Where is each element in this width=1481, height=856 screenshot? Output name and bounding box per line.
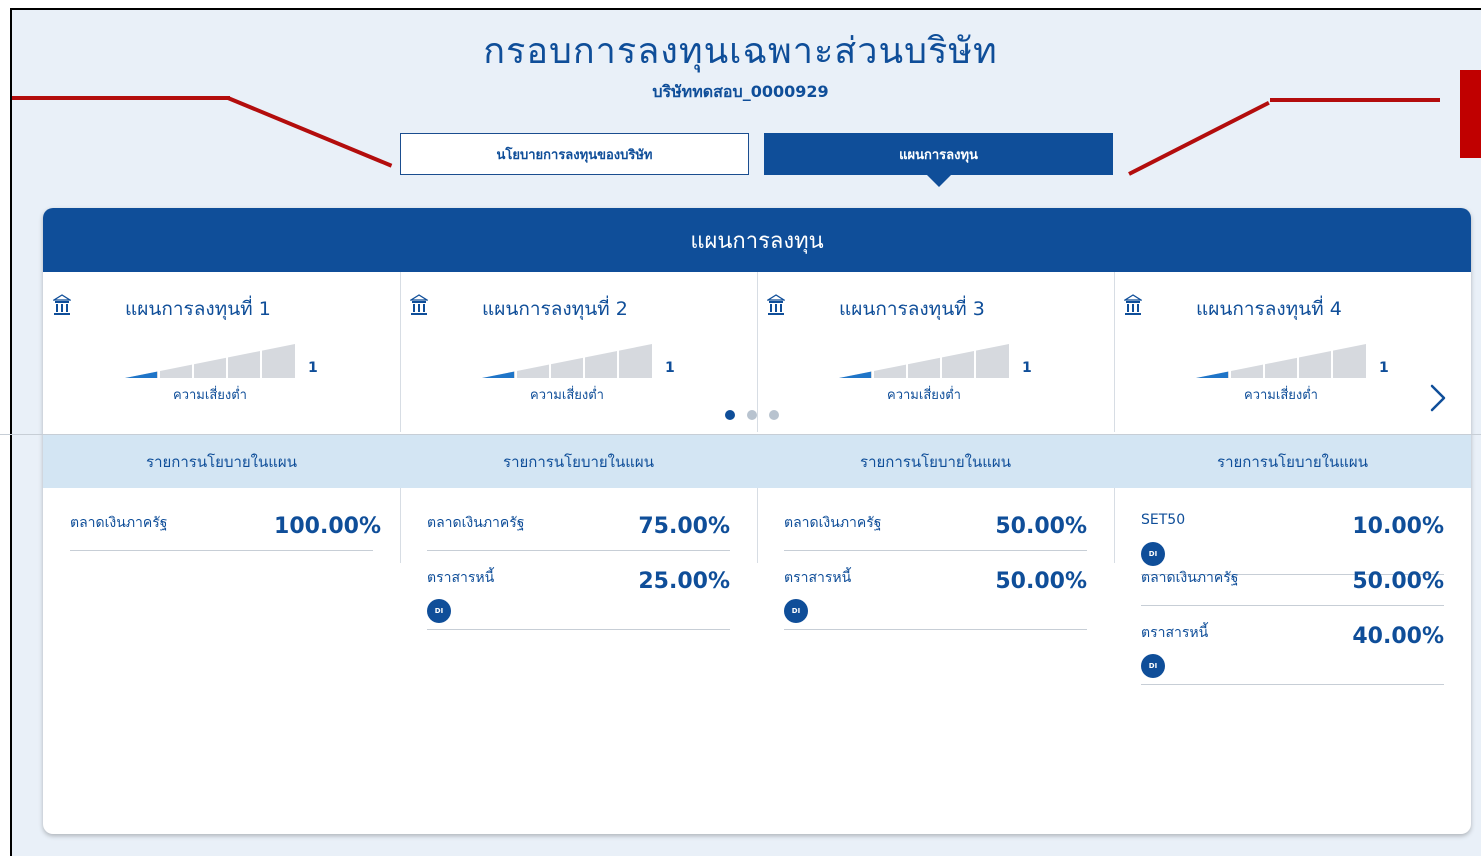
plan-card[interactable]: แผนการลงทุนที่ 4 1 ความเสี่ยงต่ำ [1114, 272, 1471, 432]
policy-divider [784, 550, 1087, 551]
policy-name: ตราสารหนี้ [1141, 625, 1209, 641]
bank-icon [767, 294, 785, 315]
policy-column-header: รายการนโยบายในแผน [43, 435, 400, 488]
tab-investment-plan[interactable]: แผนการลงทุน [764, 133, 1113, 175]
policy-name: ตลาดเงินภาครัฐ [1141, 570, 1239, 586]
plan-divider [400, 272, 401, 432]
plan-divider [1114, 272, 1115, 432]
policy-column-divider [757, 488, 758, 563]
risk-level-bar [839, 344, 1009, 378]
carousel-dot[interactable] [747, 410, 757, 420]
policy-name: ตราสารหนี้ [784, 570, 852, 586]
risk-level-label: ความเสี่ยงต่ำ [887, 388, 961, 403]
policy-divider [427, 550, 730, 551]
risk-level-number: 1 [665, 360, 675, 376]
policy-percent: 50.00% [1352, 569, 1444, 594]
risk-level-number: 1 [308, 360, 318, 376]
plan-name: แผนการลงทุนที่ 1 [125, 298, 271, 320]
risk-level-bar [125, 344, 295, 378]
panel-header: แผนการลงทุน [43, 208, 1471, 272]
policy-divider [1141, 684, 1444, 685]
risk-level-label: ความเสี่ยงต่ำ [173, 388, 247, 403]
plan-name: แผนการลงทุนที่ 2 [482, 298, 628, 320]
carousel-dot[interactable] [725, 410, 735, 420]
carousel-dot[interactable] [769, 410, 779, 420]
di-badge-icon: DI [427, 599, 451, 623]
plan-name: แผนการลงทุนที่ 3 [839, 298, 985, 320]
annotation-marker [1460, 70, 1481, 158]
risk-level-bar [1196, 344, 1366, 378]
policy-percent: 50.00% [995, 569, 1087, 594]
policy-divider [70, 550, 373, 551]
plan-card[interactable]: แผนการลงทุนที่ 2 1 ความเสี่ยงต่ำ [400, 272, 757, 432]
di-badge-icon: DI [1141, 542, 1165, 566]
bank-icon [1124, 294, 1142, 315]
bank-icon [53, 294, 71, 315]
policy-name: ตลาดเงินภาครัฐ [427, 515, 525, 531]
risk-level-bar [482, 344, 652, 378]
policy-percent: 100.00% [274, 514, 381, 539]
plan-name: แผนการลงทุนที่ 4 [1196, 298, 1342, 320]
policy-percent: 10.00% [1352, 514, 1444, 539]
risk-level-number: 1 [1022, 360, 1032, 376]
policy-divider [427, 629, 730, 630]
policy-percent: 25.00% [638, 569, 730, 594]
policy-percent: 75.00% [638, 514, 730, 539]
di-badge-icon: DI [784, 599, 808, 623]
policy-divider [784, 629, 1087, 630]
policy-name: ตราสารหนี้ [427, 570, 495, 586]
policy-name: SET50 [1141, 512, 1186, 528]
policy-name: ตลาดเงินภาครัฐ [70, 515, 168, 531]
policy-column-divider [400, 488, 401, 563]
annotation-line-right [1270, 98, 1440, 102]
plan-card[interactable]: แผนการลงทุนที่ 1 1 ความเสี่ยงต่ำ [43, 272, 400, 432]
policy-percent: 50.00% [995, 514, 1087, 539]
divider [0, 434, 1481, 435]
risk-level-number: 1 [1379, 360, 1389, 376]
carousel-indicator [725, 410, 779, 420]
annotation-line-left [12, 96, 230, 100]
risk-level-label: ความเสี่ยงต่ำ [530, 388, 604, 403]
policy-column-header: รายการนโยบายในแผน [757, 435, 1114, 488]
investment-plan-panel: แผนการลงทุน แผนการลงทุนที่ 1 1 ความเสี่ย… [43, 208, 1471, 834]
policy-percent: 40.00% [1352, 624, 1444, 649]
policy-divider [1141, 605, 1444, 606]
plan-divider [757, 272, 758, 432]
chevron-right-icon[interactable] [1426, 383, 1452, 413]
di-badge-icon: DI [1141, 654, 1165, 678]
policy-column-header: รายการนโยบายในแผน [400, 435, 757, 488]
active-tab-pointer [927, 175, 951, 187]
policy-column-header: รายการนโยบายในแผน [1114, 435, 1471, 488]
plan-card[interactable]: แผนการลงทุนที่ 3 1 ความเสี่ยงต่ำ [757, 272, 1114, 432]
policy-name: ตลาดเงินภาครัฐ [784, 515, 882, 531]
policy-column-divider [1114, 488, 1115, 563]
page-title: กรอบการลงทุนเฉพาะส่วนบริษัท [483, 31, 998, 72]
tab-company-investment-policy[interactable]: นโยบายการลงทุนของบริษัท [400, 133, 749, 175]
bank-icon [410, 294, 428, 315]
company-name: บริษัททดสอบ_0000929 [652, 82, 829, 101]
risk-level-label: ความเสี่ยงต่ำ [1244, 388, 1318, 403]
